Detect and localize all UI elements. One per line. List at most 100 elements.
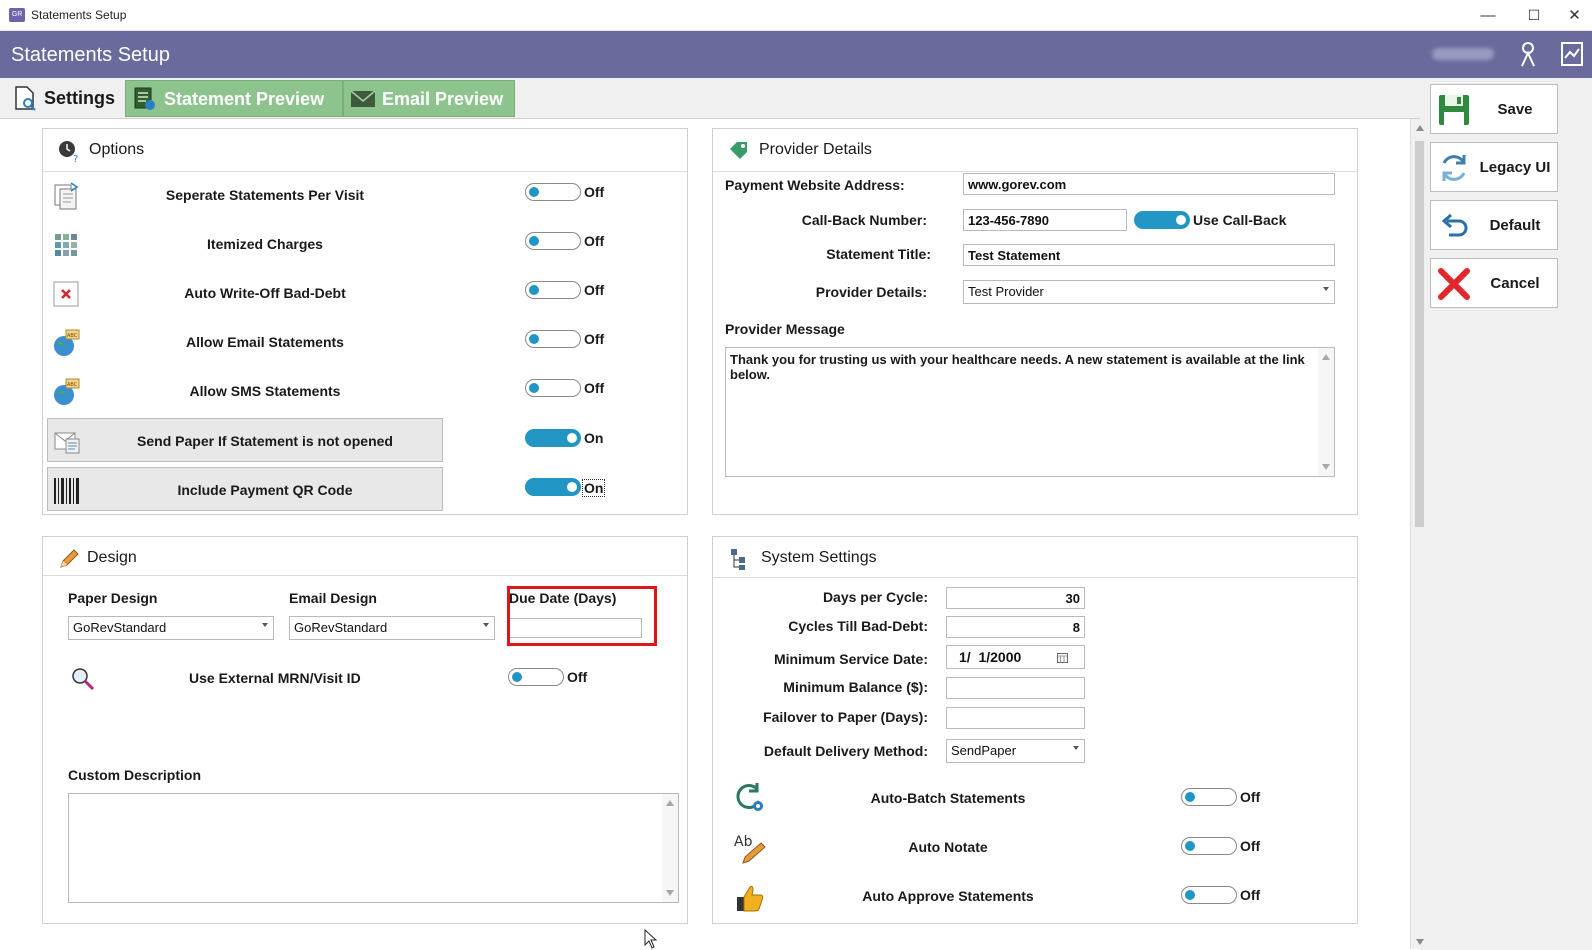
default-button[interactable]: Default	[1430, 200, 1558, 250]
scrollbar[interactable]	[1318, 348, 1334, 476]
floppy-disk-icon	[1439, 95, 1469, 125]
provider-details-title: Provider Details	[759, 141, 872, 158]
legacy-ui-label: Legacy UI	[1479, 159, 1551, 176]
calendar-icon[interactable]	[1057, 652, 1068, 663]
option-label: Seperate Statements Per Visit	[165, 187, 365, 203]
tab-email-preview[interactable]: Email Preview	[343, 80, 515, 117]
separate-statements-toggle[interactable]	[525, 183, 581, 201]
report-icon[interactable]	[1558, 40, 1586, 68]
provider-details-label: Provider Details:	[815, 284, 927, 300]
failover-input[interactable]	[946, 707, 1085, 729]
chevron-down-icon	[262, 623, 268, 627]
tab-statement-preview-label: Statement Preview	[164, 89, 325, 109]
cycles-till-bad-debt-input[interactable]: 8	[946, 616, 1085, 638]
mrn-toggle[interactable]	[508, 668, 564, 686]
provider-details-select[interactable]: Test Provider	[963, 280, 1335, 304]
option-label: Send Paper If Statement is not opened	[137, 433, 393, 449]
email-design-select[interactable]: GoRevStandard	[289, 616, 495, 640]
grid-icon	[55, 234, 77, 256]
cancel-button[interactable]: Cancel	[1430, 258, 1558, 308]
auto-notate-toggle[interactable]	[1181, 837, 1237, 855]
tag-icon	[730, 142, 747, 159]
minimum-service-date-label: Minimum Service Date:	[773, 651, 928, 667]
options-panel: ? Options Seperate Statements Per Visit …	[42, 128, 688, 515]
window-titlebar: GR Statements Setup — ☐ ✕	[0, 0, 1592, 31]
itemized-charges-toggle[interactable]	[525, 232, 581, 250]
divider	[43, 171, 687, 172]
default-label: Default	[1489, 217, 1541, 234]
minimize-button[interactable]: —	[1465, 0, 1511, 31]
mouse-cursor-icon	[644, 929, 658, 949]
auto-writeoff-toggle[interactable]	[525, 281, 581, 299]
delivery-method-select[interactable]: SendPaper	[946, 739, 1085, 763]
magnifier-icon	[72, 668, 95, 691]
minimum-balance-input[interactable]	[946, 677, 1085, 699]
main-scrollbar[interactable]	[1410, 119, 1428, 949]
globe-abc-icon: ABC	[54, 329, 80, 356]
scroll-up-arrow[interactable]	[1416, 125, 1424, 131]
option-label: Include Payment QR Code	[177, 482, 353, 498]
save-button[interactable]: Save	[1430, 84, 1558, 134]
use-callback-toggle[interactable]	[1134, 211, 1190, 229]
tab-settings[interactable]: Settings	[6, 80, 124, 117]
provider-message-textarea[interactable]: Thank you for trusting us with your heal…	[725, 347, 1335, 477]
scroll-down-arrow[interactable]	[1416, 939, 1424, 945]
refresh-gear-icon	[736, 783, 763, 811]
cancel-label: Cancel	[1490, 275, 1540, 292]
option-row-allow-sms: ABC Allow SMS Statements	[47, 369, 443, 413]
option-row-send-paper: Send Paper If Statement is not opened	[47, 418, 443, 462]
statement-preview-icon	[134, 87, 155, 110]
auto-approve-toggle[interactable]	[1181, 886, 1237, 904]
scrollbar[interactable]	[662, 794, 678, 902]
provider-message-label: Provider Message	[725, 321, 845, 337]
auto-batch-toggle[interactable]	[1181, 788, 1237, 806]
minimum-balance-label: Minimum Balance ($):	[783, 679, 928, 695]
website-input[interactable]: www.gorev.com	[963, 173, 1335, 195]
tab-settings-label: Settings	[44, 88, 116, 108]
auto-approve-label: Auto Approve Statements	[862, 888, 1034, 904]
send-paper-toggle[interactable]	[525, 429, 581, 447]
mrn-label: Use External MRN/Visit ID	[189, 670, 361, 686]
minimum-service-date-picker[interactable]: 1/ 1/2000	[946, 645, 1085, 669]
divider	[43, 575, 687, 576]
divider	[713, 171, 1357, 172]
days-per-cycle-input[interactable]: 30	[946, 587, 1085, 609]
mail-document-icon	[54, 432, 80, 454]
thumbs-up-icon	[737, 885, 764, 912]
callback-input[interactable]: 123-456-7890	[963, 209, 1127, 231]
legacy-ui-button[interactable]: Legacy UI	[1430, 142, 1558, 192]
user-key-icon[interactable]	[1514, 40, 1542, 68]
scroll-thumb[interactable]	[1415, 141, 1424, 527]
email-design-label: Email Design	[289, 590, 377, 606]
provider-details-value: Test Provider	[968, 284, 1044, 299]
tab-email-preview-label: Email Preview	[382, 89, 504, 109]
toggle-state: Off	[584, 380, 605, 396]
toggle-state: Off	[584, 282, 605, 298]
tab-statement-preview[interactable]: Statement Preview	[125, 80, 343, 117]
toggle-state: Off	[584, 233, 605, 249]
app-header: Statements Setup	[0, 31, 1592, 78]
maximize-button[interactable]: ☐	[1511, 0, 1557, 31]
toggle-state: Off	[584, 331, 605, 347]
toggle-state: Off	[567, 669, 588, 685]
envelope-icon	[350, 90, 376, 107]
custom-description-label: Custom Description	[68, 767, 202, 783]
barcode-icon	[54, 478, 79, 504]
auto-notate-label: Auto Notate	[908, 839, 988, 855]
allow-email-toggle[interactable]	[525, 330, 581, 348]
option-label: Allow Email Statements	[186, 334, 344, 350]
toggle-state: Off	[1240, 838, 1261, 854]
delete-document-icon	[53, 281, 79, 307]
paper-design-select[interactable]: GoRevStandard	[68, 616, 274, 640]
statement-title-input[interactable]: Test Statement	[963, 244, 1335, 266]
documents-icon	[54, 182, 79, 210]
custom-description-textarea[interactable]	[68, 793, 679, 903]
toggle-state: Off	[1240, 887, 1261, 903]
refresh-icon	[1442, 155, 1466, 181]
option-row-itemized-charges: Itemized Charges	[47, 222, 443, 266]
close-button[interactable]: ✕	[1557, 0, 1592, 31]
qr-code-toggle[interactable]	[525, 478, 581, 496]
paper-design-value: GoRevStandard	[73, 620, 167, 635]
toggle-state: On	[584, 430, 604, 446]
allow-sms-toggle[interactable]	[525, 379, 581, 397]
